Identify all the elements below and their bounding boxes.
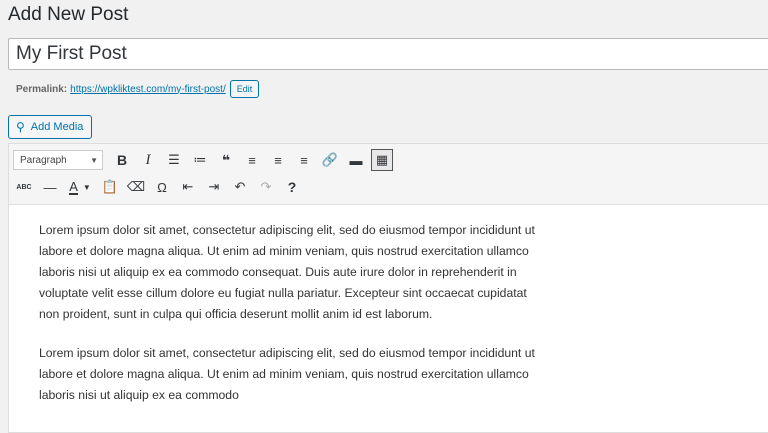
paste-as-text-button[interactable]: 📋	[99, 176, 121, 198]
italic-button[interactable]: I	[137, 149, 159, 171]
format-select[interactable]: Paragraph ▼	[13, 150, 103, 170]
permalink: Permalink: https://wpkliktest.com/my-fir…	[16, 80, 260, 98]
chevron-down-icon: ▼	[90, 155, 98, 165]
increase-indent-button[interactable]: ⇥	[203, 176, 225, 198]
toolbar-row-2: ABC — A ▼ 📋 ⌫ Ω ⇤ ⇥ ↶ ↷ ?	[13, 176, 307, 198]
post-editor: Paragraph ▼ B I ☰ ≔ ❝ ≡ ≡ ≡ 🔗 ▬ ▦ ABC — …	[8, 143, 768, 433]
permalink-label: Permalink:	[16, 83, 68, 95]
clear-formatting-button[interactable]: ⌫	[125, 176, 147, 198]
permalink-link[interactable]: https://wpkliktest.com/my-first-post/	[70, 84, 226, 95]
add-media-button[interactable]: ⚲ Add Media	[8, 115, 93, 139]
media-icon: ⚲	[16, 120, 25, 134]
editor-content[interactable]: Lorem ipsum dolor sit amet, consectetur …	[39, 220, 539, 424]
redo-button[interactable]: ↷	[255, 176, 277, 198]
insert-link-button[interactable]: 🔗	[319, 149, 341, 171]
align-right-button[interactable]: ≡	[293, 149, 315, 171]
horizontal-line-button[interactable]: —	[39, 176, 61, 198]
content-paragraph: Lorem ipsum dolor sit amet, consectetur …	[39, 346, 535, 402]
special-character-button[interactable]: Ω	[151, 176, 173, 198]
read-more-button[interactable]: ▬	[345, 149, 367, 171]
align-left-button[interactable]: ≡	[241, 149, 263, 171]
add-media-label: Add Media	[30, 121, 84, 133]
chevron-down-icon: ▼	[82, 182, 91, 192]
decrease-indent-button[interactable]: ⇤	[177, 176, 199, 198]
strikethrough-button[interactable]: ABC	[13, 176, 35, 198]
toolbar-toggle-button[interactable]: ▦	[371, 149, 393, 171]
content-paragraph: Lorem ipsum dolor sit amet, consectetur …	[39, 223, 535, 321]
editor-toolbar: Paragraph ▼ B I ☰ ≔ ❝ ≡ ≡ ≡ 🔗 ▬ ▦ ABC — …	[9, 144, 768, 205]
bulleted-list-button[interactable]: ☰	[163, 149, 185, 171]
blockquote-button[interactable]: ❝	[215, 149, 237, 171]
format-select-value: Paragraph	[20, 154, 67, 166]
permalink-edit-button[interactable]: Edit	[229, 80, 260, 98]
text-color-button[interactable]: A ▼	[65, 176, 95, 198]
help-button[interactable]: ?	[281, 176, 303, 198]
undo-button[interactable]: ↶	[229, 176, 251, 198]
text-color-icon: A	[69, 178, 78, 195]
post-title-input[interactable]	[8, 38, 768, 70]
bold-button[interactable]: B	[111, 149, 133, 171]
page-title: Add New Post	[8, 4, 129, 25]
toolbar-row-1: Paragraph ▼ B I ☰ ≔ ❝ ≡ ≡ ≡ 🔗 ▬ ▦	[13, 149, 397, 171]
align-center-button[interactable]: ≡	[267, 149, 289, 171]
numbered-list-button[interactable]: ≔	[189, 149, 211, 171]
